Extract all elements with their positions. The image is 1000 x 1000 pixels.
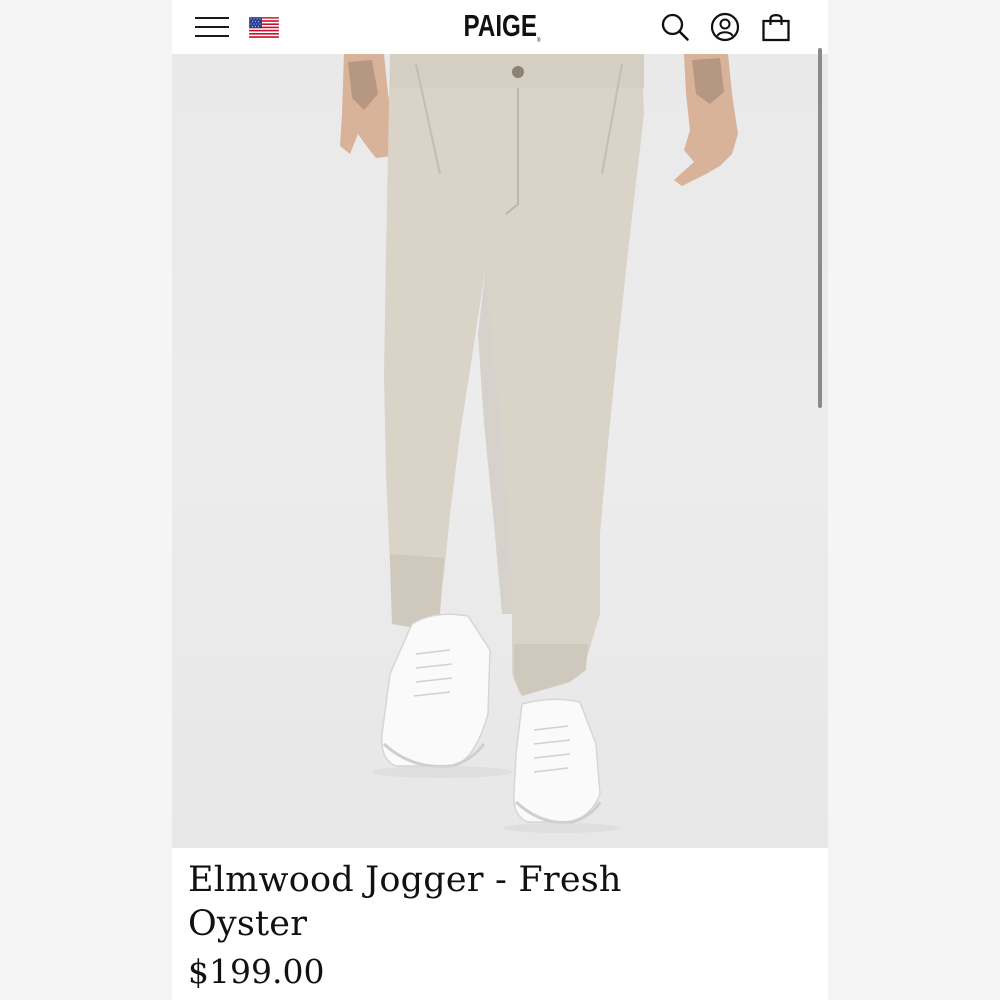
- right-margin: [828, 0, 1000, 1000]
- product-title: Elmwood Jogger - Fresh Oyster: [188, 860, 622, 944]
- brand-name: PAIGE: [463, 8, 538, 43]
- us-flag-icon[interactable]: [249, 17, 279, 38]
- search-icon[interactable]: [659, 11, 691, 43]
- brand-logo[interactable]: PAIGE®: [455, 8, 549, 46]
- shopping-bag-icon[interactable]: [760, 11, 792, 43]
- product-info: Elmwood Jogger - Fresh Oyster $199.00: [172, 848, 828, 1000]
- product-image[interactable]: [172, 54, 828, 848]
- page-scrollbar[interactable]: [818, 48, 822, 408]
- hamburger-menu-icon[interactable]: [195, 15, 229, 39]
- registered-mark: ®: [537, 38, 541, 44]
- left-margin: [0, 0, 172, 1000]
- account-icon[interactable]: [709, 11, 741, 43]
- product-photo: [340, 54, 738, 833]
- product-price: $199.00: [188, 952, 325, 991]
- site-header: PAIGE®: [172, 0, 828, 55]
- mobile-viewport: PAIGE® Elmwood Jogger - Fresh Oyster $19…: [172, 0, 828, 1000]
